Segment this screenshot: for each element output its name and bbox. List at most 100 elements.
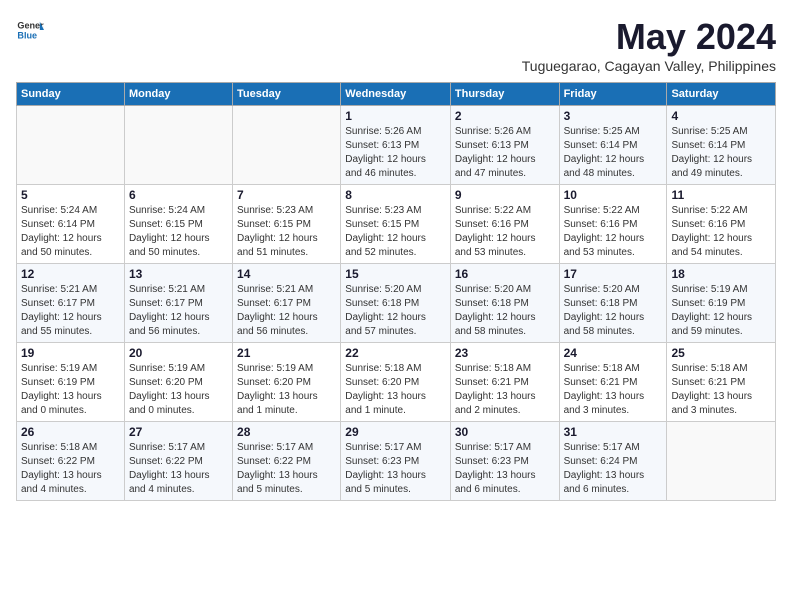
day-info: Sunrise: 5:21 AM Sunset: 6:17 PM Dayligh… xyxy=(21,283,120,339)
day-number: 3 xyxy=(564,109,663,123)
calendar-cell: 18 Sunrise: 5:19 AM Sunset: 6:19 PM Dayli… xyxy=(667,264,776,343)
weekday-header: Tuesday xyxy=(233,83,341,106)
calendar-body: 1 Sunrise: 5:26 AM Sunset: 6:13 PM Daylig… xyxy=(17,106,776,501)
day-number: 24 xyxy=(564,346,663,360)
calendar-cell: 3 Sunrise: 5:25 AM Sunset: 6:14 PM Daylig… xyxy=(559,106,667,185)
calendar-cell: 1 Sunrise: 5:26 AM Sunset: 6:13 PM Daylig… xyxy=(341,106,451,185)
calendar-cell: 12 Sunrise: 5:21 AM Sunset: 6:17 PM Dayli… xyxy=(17,264,125,343)
day-info: Sunrise: 5:20 AM Sunset: 6:18 PM Dayligh… xyxy=(455,283,555,339)
calendar-cell: 13 Sunrise: 5:21 AM Sunset: 6:17 PM Dayli… xyxy=(124,264,232,343)
calendar-cell: 14Sunrise: 5:21 AM Sunset: 6:17 PM Dayli… xyxy=(233,264,341,343)
day-info: Sunrise: 5:21 AM Sunset: 6:17 PM Dayligh… xyxy=(237,283,336,339)
day-info: Sunrise: 5:19 AM Sunset: 6:19 PM Dayligh… xyxy=(671,283,771,339)
weekday-header: Friday xyxy=(559,83,667,106)
day-info: Sunrise: 5:19 AM Sunset: 6:20 PM Dayligh… xyxy=(129,362,228,418)
calendar-row: 26Sunrise: 5:18 AM Sunset: 6:22 PM Dayli… xyxy=(17,422,776,501)
calendar-cell: 8 Sunrise: 5:23 AM Sunset: 6:15 PM Daylig… xyxy=(341,185,451,264)
day-number: 7 xyxy=(237,188,336,202)
weekday-header: Thursday xyxy=(450,83,559,106)
logo: General Blue xyxy=(16,16,44,44)
calendar-cell: 19 Sunrise: 5:19 AM Sunset: 6:19 PM Dayli… xyxy=(17,343,125,422)
calendar-cell: 9 Sunrise: 5:22 AM Sunset: 6:16 PM Daylig… xyxy=(450,185,559,264)
title-block: May 2024 Tuguegarao, Cagayan Valley, Phi… xyxy=(522,16,776,74)
day-info: Sunrise: 5:25 AM Sunset: 6:14 PM Dayligh… xyxy=(564,125,663,181)
day-number: 12 xyxy=(21,267,120,281)
day-number: 18 xyxy=(671,267,771,281)
calendar-row: 5 Sunrise: 5:24 AM Sunset: 6:14 PM Daylig… xyxy=(17,185,776,264)
day-info: Sunrise: 5:18 AM Sunset: 6:21 PM Dayligh… xyxy=(455,362,555,418)
day-number: 25 xyxy=(671,346,771,360)
day-info: Sunrise: 5:21 AM Sunset: 6:17 PM Dayligh… xyxy=(129,283,228,339)
weekday-header: Sunday xyxy=(17,83,125,106)
day-info: Sunrise: 5:20 AM Sunset: 6:18 PM Dayligh… xyxy=(345,283,446,339)
day-info: Sunrise: 5:26 AM Sunset: 6:13 PM Dayligh… xyxy=(455,125,555,181)
day-number: 29 xyxy=(345,425,446,439)
day-info: Sunrise: 5:22 AM Sunset: 6:16 PM Dayligh… xyxy=(564,204,663,260)
day-info: Sunrise: 5:18 AM Sunset: 6:21 PM Dayligh… xyxy=(671,362,771,418)
day-number: 23 xyxy=(455,346,555,360)
day-info: Sunrise: 5:24 AM Sunset: 6:15 PM Dayligh… xyxy=(129,204,228,260)
calendar-row: 19 Sunrise: 5:19 AM Sunset: 6:19 PM Dayli… xyxy=(17,343,776,422)
day-number: 5 xyxy=(21,188,120,202)
day-info: Sunrise: 5:17 AM Sunset: 6:23 PM Dayligh… xyxy=(455,441,555,497)
day-info: Sunrise: 5:20 AM Sunset: 6:18 PM Dayligh… xyxy=(564,283,663,339)
day-info: Sunrise: 5:19 AM Sunset: 6:19 PM Dayligh… xyxy=(21,362,120,418)
calendar-cell: 24Sunrise: 5:18 AM Sunset: 6:21 PM Dayli… xyxy=(559,343,667,422)
calendar-table: SundayMondayTuesdayWednesdayThursdayFrid… xyxy=(16,82,776,501)
day-info: Sunrise: 5:22 AM Sunset: 6:16 PM Dayligh… xyxy=(455,204,555,260)
svg-text:Blue: Blue xyxy=(17,30,37,40)
day-info: Sunrise: 5:17 AM Sunset: 6:24 PM Dayligh… xyxy=(564,441,663,497)
day-info: Sunrise: 5:18 AM Sunset: 6:20 PM Dayligh… xyxy=(345,362,446,418)
day-info: Sunrise: 5:17 AM Sunset: 6:23 PM Dayligh… xyxy=(345,441,446,497)
day-info: Sunrise: 5:24 AM Sunset: 6:14 PM Dayligh… xyxy=(21,204,120,260)
day-info: Sunrise: 5:22 AM Sunset: 6:16 PM Dayligh… xyxy=(671,204,771,260)
day-number: 26 xyxy=(21,425,120,439)
day-info: Sunrise: 5:19 AM Sunset: 6:20 PM Dayligh… xyxy=(237,362,336,418)
calendar-cell: 22 Sunrise: 5:18 AM Sunset: 6:20 PM Dayli… xyxy=(341,343,451,422)
calendar-cell: 7 Sunrise: 5:23 AM Sunset: 6:15 PM Daylig… xyxy=(233,185,341,264)
month-year: May 2024 xyxy=(522,16,776,58)
day-number: 15 xyxy=(345,267,446,281)
calendar-cell xyxy=(17,106,125,185)
calendar-cell: 11 Sunrise: 5:22 AM Sunset: 6:16 PM Dayli… xyxy=(667,185,776,264)
day-number: 22 xyxy=(345,346,446,360)
calendar-cell: 27Sunrise: 5:17 AM Sunset: 6:22 PM Dayli… xyxy=(124,422,232,501)
day-number: 13 xyxy=(129,267,228,281)
day-number: 11 xyxy=(671,188,771,202)
calendar-cell: 10 Sunrise: 5:22 AM Sunset: 6:16 PM Dayli… xyxy=(559,185,667,264)
calendar-cell: 28Sunrise: 5:17 AM Sunset: 6:22 PM Dayli… xyxy=(233,422,341,501)
calendar-header: SundayMondayTuesdayWednesdayThursdayFrid… xyxy=(17,83,776,106)
weekday-header: Wednesday xyxy=(341,83,451,106)
calendar-cell: 26Sunrise: 5:18 AM Sunset: 6:22 PM Dayli… xyxy=(17,422,125,501)
location: Tuguegarao, Cagayan Valley, Philippines xyxy=(522,58,776,74)
calendar-cell: 21 Sunrise: 5:19 AM Sunset: 6:20 PM Dayli… xyxy=(233,343,341,422)
day-number: 10 xyxy=(564,188,663,202)
day-number: 16 xyxy=(455,267,555,281)
calendar-cell: 23 Sunrise: 5:18 AM Sunset: 6:21 PM Dayli… xyxy=(450,343,559,422)
day-info: Sunrise: 5:26 AM Sunset: 6:13 PM Dayligh… xyxy=(345,125,446,181)
calendar-cell: 15 Sunrise: 5:20 AM Sunset: 6:18 PM Dayli… xyxy=(341,264,451,343)
calendar-row: 12 Sunrise: 5:21 AM Sunset: 6:17 PM Dayli… xyxy=(17,264,776,343)
day-number: 9 xyxy=(455,188,555,202)
calendar-cell xyxy=(233,106,341,185)
day-info: Sunrise: 5:23 AM Sunset: 6:15 PM Dayligh… xyxy=(345,204,446,260)
logo-icon: General Blue xyxy=(16,16,44,44)
calendar-row: 1 Sunrise: 5:26 AM Sunset: 6:13 PM Daylig… xyxy=(17,106,776,185)
day-info: Sunrise: 5:25 AM Sunset: 6:14 PM Dayligh… xyxy=(671,125,771,181)
page-header: General Blue May 2024 Tuguegarao, Cagaya… xyxy=(16,16,776,74)
day-number: 20 xyxy=(129,346,228,360)
calendar-cell: 31Sunrise: 5:17 AM Sunset: 6:24 PM Dayli… xyxy=(559,422,667,501)
day-number: 19 xyxy=(21,346,120,360)
day-number: 28 xyxy=(237,425,336,439)
day-number: 8 xyxy=(345,188,446,202)
day-number: 1 xyxy=(345,109,446,123)
calendar-cell: 6 Sunrise: 5:24 AM Sunset: 6:15 PM Daylig… xyxy=(124,185,232,264)
day-number: 6 xyxy=(129,188,228,202)
day-number: 30 xyxy=(455,425,555,439)
calendar-cell: 16 Sunrise: 5:20 AM Sunset: 6:18 PM Dayli… xyxy=(450,264,559,343)
day-number: 21 xyxy=(237,346,336,360)
day-number: 17 xyxy=(564,267,663,281)
calendar-cell: 17 Sunrise: 5:20 AM Sunset: 6:18 PM Dayli… xyxy=(559,264,667,343)
day-info: Sunrise: 5:23 AM Sunset: 6:15 PM Dayligh… xyxy=(237,204,336,260)
day-number: 27 xyxy=(129,425,228,439)
